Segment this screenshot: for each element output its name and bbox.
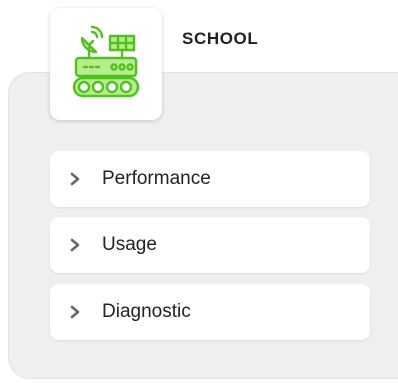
chevron-right-icon: [70, 237, 82, 253]
menu-item-usage[interactable]: Usage: [50, 217, 370, 273]
chevron-right-icon: [70, 304, 82, 320]
device-widget: SCHOOL Performance Usage Diagnostic: [0, 0, 398, 386]
device-title: SCHOOL: [182, 29, 259, 48]
device-card[interactable]: [50, 8, 162, 120]
chevron-right-icon: [70, 171, 82, 187]
satellite-rover-icon: [66, 24, 146, 104]
menu-item-label: Performance: [102, 168, 211, 189]
menu-item-diagnostic[interactable]: Diagnostic: [50, 284, 370, 340]
menu-item-label: Diagnostic: [102, 301, 191, 322]
menu-item-label: Usage: [102, 234, 157, 255]
menu-item-performance[interactable]: Performance: [50, 151, 370, 207]
